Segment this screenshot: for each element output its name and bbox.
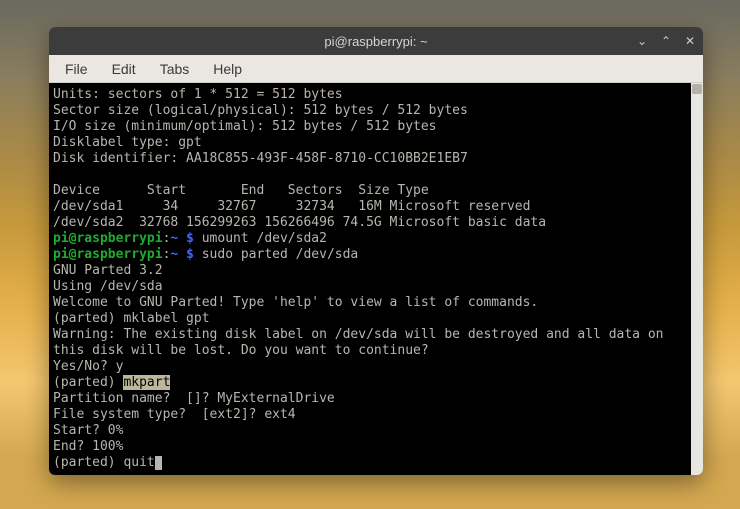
output-line: End? 100%	[53, 439, 123, 454]
scrollbar[interactable]	[691, 83, 703, 475]
command: umount /dev/sda2	[202, 231, 327, 246]
output-line: Sector size (logical/physical): 512 byte…	[53, 103, 468, 118]
terminal-area: Units: sectors of 1 * 512 = 512 bytes Se…	[49, 83, 703, 475]
output-line: Disklabel type: gpt	[53, 135, 202, 150]
selected-text: mkpart	[123, 375, 170, 390]
output-line: Partition name? []? MyExternalDrive	[53, 391, 335, 406]
menu-file[interactable]: File	[55, 58, 98, 80]
output-line: Welcome to GNU Parted! Type 'help' to vi…	[53, 295, 538, 310]
prompt-dollar: $	[178, 247, 201, 262]
output-line: Using /dev/sda	[53, 279, 163, 294]
terminal-cursor	[155, 456, 162, 470]
scrollbar-thumb[interactable]	[692, 84, 702, 94]
prompt-dollar: $	[178, 231, 201, 246]
menu-edit[interactable]: Edit	[102, 58, 146, 80]
minimize-icon[interactable]: ⌄	[635, 34, 649, 48]
output-line: /dev/sda1 34 32767 32734 16M Microsoft r…	[53, 199, 530, 214]
output-line: Disk identifier: AA18C855-493F-458F-8710…	[53, 151, 468, 166]
prompt-user: pi@raspberrypi	[53, 247, 163, 262]
prompt-user: pi@raspberrypi	[53, 231, 163, 246]
output-line: Warning: The existing disk label on /dev…	[53, 327, 663, 342]
close-icon[interactable]: ✕	[683, 34, 697, 48]
terminal[interactable]: Units: sectors of 1 * 512 = 512 bytes Se…	[49, 83, 703, 475]
output-line: Yes/No? y	[53, 359, 123, 374]
output-line: GNU Parted 3.2	[53, 263, 163, 278]
output-line: I/O size (minimum/optimal): 512 bytes / …	[53, 119, 437, 134]
output-line: /dev/sda2 32768 156299263 156266496 74.5…	[53, 215, 546, 230]
output-line: Units: sectors of 1 * 512 = 512 bytes	[53, 87, 343, 102]
output-line: (parted) mklabel gpt	[53, 311, 210, 326]
maximize-icon[interactable]: ⌃	[659, 34, 673, 48]
menu-help[interactable]: Help	[203, 58, 252, 80]
output-line: Start? 0%	[53, 423, 123, 438]
parted-prompt: (parted)	[53, 375, 123, 390]
window-controls: ⌄ ⌃ ✕	[635, 27, 697, 55]
output-line: (parted) quit	[53, 455, 155, 470]
terminal-window: pi@raspberrypi: ~ ⌄ ⌃ ✕ File Edit Tabs H…	[49, 27, 703, 475]
window-title: pi@raspberrypi: ~	[324, 34, 427, 49]
output-line: this disk will be lost. Do you want to c…	[53, 343, 429, 358]
titlebar[interactable]: pi@raspberrypi: ~ ⌄ ⌃ ✕	[49, 27, 703, 55]
menubar: File Edit Tabs Help	[49, 55, 703, 83]
output-line: File system type? [ext2]? ext4	[53, 407, 296, 422]
output-header: Device Start End Sectors Size Type	[53, 183, 429, 198]
menu-tabs[interactable]: Tabs	[150, 58, 200, 80]
command: sudo parted /dev/sda	[202, 247, 359, 262]
